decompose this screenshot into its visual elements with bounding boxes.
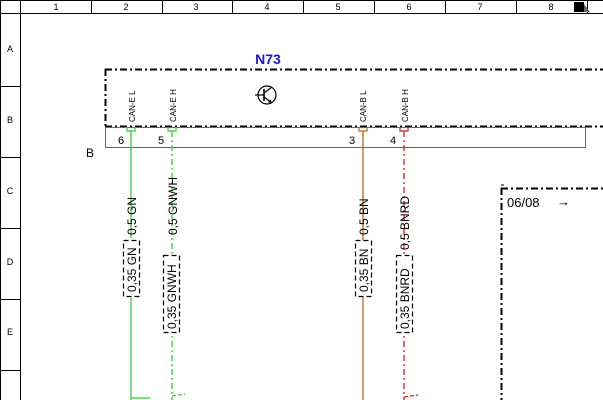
wire-label: 0,35 BNRD [398, 268, 412, 329]
wire-label: 0,5 GN [125, 197, 139, 235]
grid-column-label: 1 [53, 2, 58, 12]
grid-column-label: 2 [123, 2, 128, 12]
transistor-icon [255, 85, 277, 105]
wire-label: 0,35 GNWH [165, 264, 179, 329]
grid-row-label: E [7, 327, 13, 337]
pin-number: 6 [118, 135, 124, 147]
grid-column-label: 7 [477, 2, 482, 12]
grid-column-label: 3 [193, 2, 198, 12]
grid-column-label: 4 [264, 2, 269, 12]
reference-box: 06/08 → [500, 184, 603, 400]
component-n73: N73 B CAN-E L CAN-E H CAN-B L CAN-B H 6 … [86, 51, 603, 160]
pin-signal-label: CAN-B L [359, 90, 368, 122]
component-title: N73 [255, 51, 281, 67]
grid-row-label: D [7, 257, 14, 267]
wire-label: 0,35 GN [125, 247, 139, 292]
grid-row-label: C [7, 186, 14, 196]
wiring-diagram-canvas: 1 2 3 4 5 6 7 8 A B C D E N73 B CAN-E L … [0, 0, 603, 400]
grid-column-label: 5 [335, 2, 340, 12]
connector-label: B [86, 146, 94, 160]
reference-label: 06/08 [507, 195, 540, 210]
wire-label: 0,35 BN [357, 249, 371, 292]
grid-column-label: 8 [548, 2, 553, 12]
wire-labels-boxed: 0,35 GN 0,35 GNWH 0,35 BN 0,35 BNRD [122, 239, 414, 334]
pin-signal-label: CAN-E L [128, 90, 137, 122]
grid-column-label: 6 [406, 2, 411, 12]
reference-arrow-icon: → [557, 194, 570, 209]
wire-label: 0,5 GNWH [166, 177, 180, 235]
wire-label: 0,5 BNRD [398, 196, 412, 250]
pin-number: 5 [158, 135, 164, 147]
pin-signal-label: CAN-E H [169, 89, 178, 122]
grid-row-label: B [7, 115, 13, 125]
grid-row-label: A [7, 44, 13, 54]
pin-number: 4 [390, 135, 396, 147]
wire-label: 0,5 BN [357, 198, 371, 235]
pin-number: 3 [349, 135, 355, 147]
pin-signal-label: CAN-B H [401, 89, 410, 122]
wiring-diagram: 1 2 3 4 5 6 7 8 A B C D E N73 B CAN-E L … [0, 0, 603, 400]
wire-stubs [131, 393, 419, 399]
